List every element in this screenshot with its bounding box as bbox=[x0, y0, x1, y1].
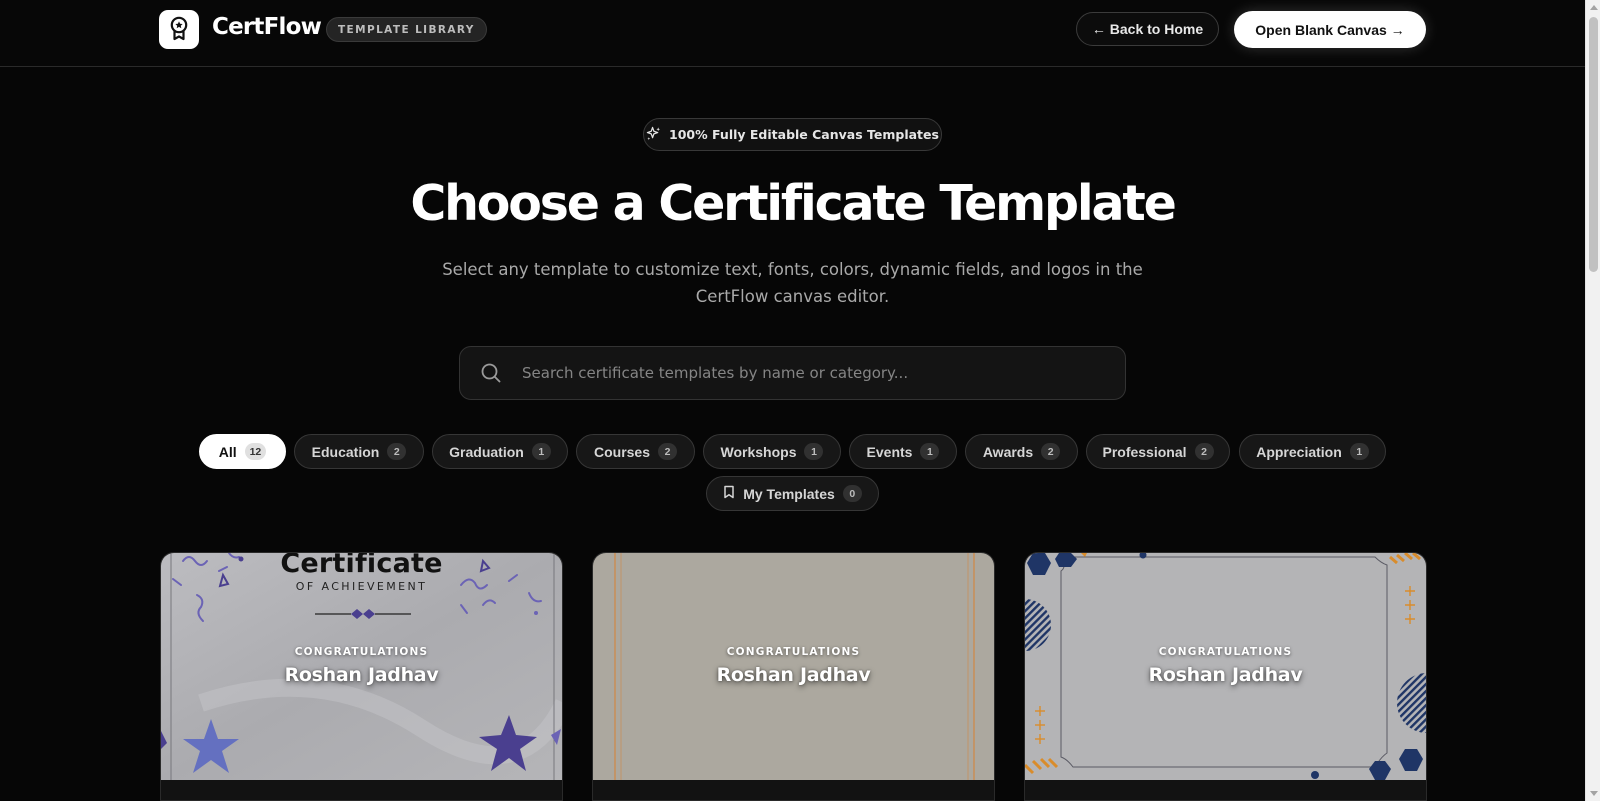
filter-count: 1 bbox=[1349, 443, 1369, 460]
editable-templates-pill: 100% Fully Editable Canvas Templates bbox=[643, 118, 942, 151]
filter-count: 1 bbox=[920, 443, 940, 460]
scroll-down-arrow-icon[interactable] bbox=[1586, 786, 1600, 801]
template-preview: CONGRATULATIONS Roshan Jadhav bbox=[593, 553, 994, 780]
brand-logo[interactable] bbox=[159, 10, 199, 49]
filter-label: Professional bbox=[1102, 443, 1187, 460]
sparkle-icon bbox=[646, 126, 661, 144]
card-footer bbox=[1025, 780, 1426, 800]
award-icon bbox=[167, 15, 191, 45]
filter-count: 1 bbox=[804, 443, 824, 460]
filter-count: 2 bbox=[1194, 443, 1214, 460]
filter-count: 0 bbox=[842, 485, 862, 502]
open-blank-canvas-button[interactable]: Open Blank Canvas → bbox=[1234, 11, 1426, 48]
congratulations-label: CONGRATULATIONS bbox=[1158, 646, 1293, 658]
filter-all[interactable]: All 12 bbox=[199, 434, 286, 469]
filter-events[interactable]: Events 1 bbox=[849, 434, 957, 469]
congratulations-label: CONGRATULATIONS bbox=[726, 646, 861, 658]
filter-count: 12 bbox=[244, 443, 267, 460]
top-navigation-bar: CertFlow TEMPLATE LIBRARY ← Back to Home… bbox=[0, 0, 1585, 67]
filter-professional[interactable]: Professional 2 bbox=[1086, 434, 1230, 469]
filter-label: Events bbox=[866, 443, 913, 460]
template-preview: Certificate OF ACHIEVEMENT CONGRATULATIO… bbox=[161, 553, 562, 780]
recipient-name: Roshan Jadhav bbox=[284, 664, 439, 686]
template-preview: CONGRATULATIONS Roshan Jadhav bbox=[1025, 553, 1426, 780]
page-scrollbar[interactable] bbox=[1585, 0, 1600, 801]
scrollbar-thumb[interactable] bbox=[1589, 17, 1598, 272]
bookmark-icon bbox=[723, 485, 735, 502]
card-footer bbox=[593, 780, 994, 800]
card-footer bbox=[161, 780, 562, 800]
pill-label: 100% Fully Editable Canvas Templates bbox=[669, 127, 939, 142]
recipient-name: Roshan Jadhav bbox=[1148, 664, 1303, 686]
congratulations-label: CONGRATULATIONS bbox=[294, 646, 429, 658]
search-bar bbox=[459, 346, 1126, 400]
filter-count: 1 bbox=[531, 443, 551, 460]
filter-count: 2 bbox=[1041, 443, 1061, 460]
filter-label: Awards bbox=[982, 443, 1034, 460]
filter-education[interactable]: Education 2 bbox=[294, 434, 424, 469]
page-subtitle: Select any template to customize text, f… bbox=[442, 260, 1143, 306]
filter-label: Graduation bbox=[449, 443, 524, 460]
filter-label: Education bbox=[311, 443, 380, 460]
search-input[interactable] bbox=[522, 347, 1125, 399]
certificate-heading: Certificate bbox=[280, 553, 443, 579]
scroll-up-arrow-icon[interactable] bbox=[1586, 0, 1600, 15]
filter-awards[interactable]: Awards 2 bbox=[965, 434, 1078, 469]
filter-appreciation[interactable]: Appreciation 1 bbox=[1239, 434, 1386, 469]
template-card-elegant[interactable]: CONGRATULATIONS Roshan Jadhav bbox=[592, 552, 995, 801]
filter-label: Appreciation bbox=[1256, 443, 1342, 460]
template-library-badge: TEMPLATE LIBRARY bbox=[326, 17, 487, 42]
recipient-name: Roshan Jadhav bbox=[716, 664, 871, 686]
template-card-geometric[interactable]: CONGRATULATIONS Roshan Jadhav bbox=[1024, 552, 1427, 801]
filter-my-templates[interactable]: My Templates 0 bbox=[706, 476, 879, 511]
search-icon bbox=[460, 362, 522, 384]
filter-count: 2 bbox=[658, 443, 678, 460]
filter-label: All bbox=[218, 443, 237, 460]
filter-count: 2 bbox=[387, 443, 407, 460]
template-card-achievement[interactable]: Certificate OF ACHIEVEMENT CONGRATULATIO… bbox=[160, 552, 563, 801]
filter-courses[interactable]: Courses 2 bbox=[576, 434, 695, 469]
back-to-home-button[interactable]: ← Back to Home bbox=[1076, 12, 1219, 46]
filter-workshops[interactable]: Workshops 1 bbox=[703, 434, 841, 469]
filter-graduation[interactable]: Graduation 1 bbox=[432, 434, 568, 469]
page-title: Choose a Certificate Template bbox=[410, 175, 1176, 232]
filter-label: Workshops bbox=[720, 443, 797, 460]
brand-name[interactable]: CertFlow bbox=[212, 14, 322, 40]
filter-label: Courses bbox=[593, 443, 651, 460]
certificate-subheading: OF ACHIEVEMENT bbox=[295, 580, 428, 593]
filter-label: My Templates bbox=[743, 485, 835, 502]
